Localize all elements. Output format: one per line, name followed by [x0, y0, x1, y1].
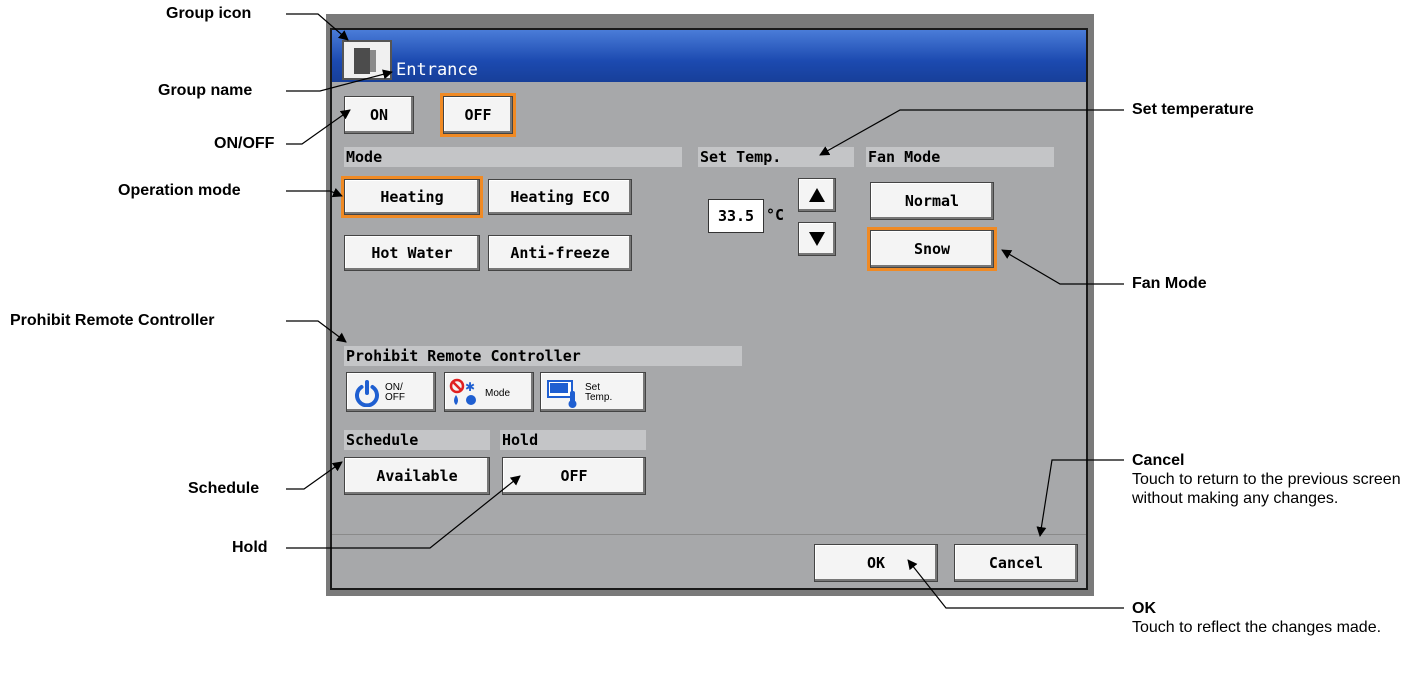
- hold-label: Hold: [500, 430, 646, 450]
- hold-button[interactable]: OFF: [502, 457, 646, 495]
- power-icon: [355, 380, 379, 407]
- cancel-button[interactable]: Cancel: [954, 544, 1078, 582]
- off-button[interactable]: OFF: [440, 93, 516, 137]
- triangle-down-icon: [809, 232, 825, 246]
- mode-label: Mode: [344, 147, 682, 167]
- callout-prohibit-remote: Prohibit Remote Controller: [10, 312, 215, 329]
- title-bar: Entrance: [332, 30, 1086, 82]
- fan-normal-button[interactable]: Normal: [870, 182, 994, 220]
- thermometer-display-icon: [547, 380, 577, 408]
- callout-ok: OK Touch to reflect the changes made.: [1132, 599, 1412, 637]
- callout-hold: Hold: [232, 539, 268, 556]
- prohibit-set-temp-button[interactable]: Set Temp.: [540, 372, 646, 412]
- temp-up-button[interactable]: [798, 178, 836, 212]
- callout-cancel-title: Cancel: [1132, 452, 1185, 469]
- callout-cancel: Cancel Touch to return to the previous s…: [1132, 451, 1402, 508]
- footer-divider: [332, 534, 1086, 535]
- fan-mode-label: Fan Mode: [866, 147, 1054, 167]
- prohibit-mode-text: Mode: [485, 388, 511, 399]
- callout-fan-mode: Fan Mode: [1132, 275, 1207, 292]
- callout-set-temperature: Set temperature: [1132, 101, 1254, 118]
- callout-on-off: ON/OFF: [214, 135, 275, 152]
- callout-group-icon: Group icon: [166, 5, 252, 22]
- svg-text:✱: ✱: [465, 380, 475, 394]
- callout-ok-desc: Touch to reflect the changes made.: [1132, 619, 1382, 636]
- prohibit-mode-button[interactable]: ✱ Mode: [444, 372, 534, 412]
- callout-operation-mode: Operation mode: [118, 182, 241, 199]
- prohibit-set-temp-line2: Temp.: [585, 392, 613, 403]
- set-temp-label: Set Temp.: [698, 147, 854, 167]
- ok-button[interactable]: OK: [814, 544, 938, 582]
- door-icon: [342, 40, 392, 80]
- prohibit-label: Prohibit Remote Controller: [344, 346, 742, 366]
- prohibit-on-off-line2: OFF: [385, 392, 405, 403]
- schedule-button[interactable]: Available: [344, 457, 490, 495]
- temp-down-button[interactable]: [798, 222, 836, 256]
- mode-heating-eco-button[interactable]: Heating ECO: [488, 179, 632, 215]
- callout-schedule: Schedule: [188, 480, 260, 497]
- callout-ok-title: OK: [1132, 600, 1156, 617]
- schedule-label: Schedule: [344, 430, 490, 450]
- set-temp-unit: °C: [766, 206, 785, 224]
- callout-group-name: Group name: [158, 82, 253, 99]
- fan-snow-button[interactable]: Snow: [867, 227, 997, 271]
- on-button[interactable]: ON: [344, 96, 414, 134]
- group-name: Entrance: [396, 60, 478, 80]
- controller-screen: Entrance ON OFF Mode Heating Heating ECO…: [330, 28, 1088, 590]
- mode-hot-water-button[interactable]: Hot Water: [344, 235, 480, 271]
- mode-anti-freeze-button[interactable]: Anti-freeze: [488, 235, 632, 271]
- prohibit-mode-icon: ✱: [449, 378, 476, 405]
- prohibit-on-off-button[interactable]: ON/ OFF: [346, 372, 436, 412]
- mode-heating-button[interactable]: Heating: [341, 176, 483, 218]
- set-temp-value: 33.5: [708, 199, 764, 233]
- triangle-up-icon: [809, 188, 825, 202]
- callout-cancel-desc: Touch to return to the previous screen w…: [1132, 471, 1401, 507]
